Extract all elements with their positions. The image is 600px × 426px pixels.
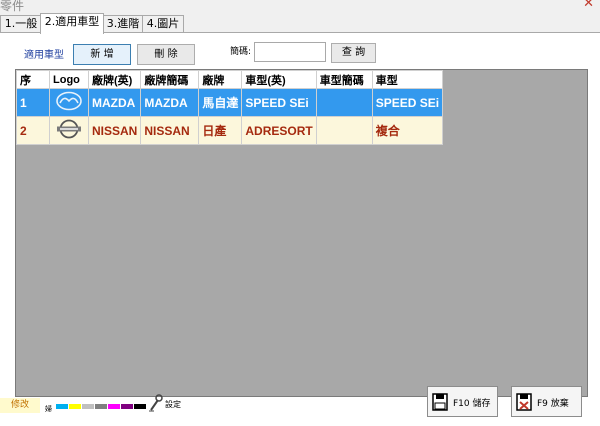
cell-brand: 馬自達 (198, 88, 243, 117)
close-icon[interactable]: ✕ (583, 0, 594, 11)
tab-images[interactable]: 4.圖片 (142, 15, 184, 32)
tab-general[interactable]: 1.一般 (0, 15, 42, 32)
color-swatch[interactable] (121, 404, 133, 409)
window-title: 零件 (0, 0, 25, 13)
save-button[interactable]: F10 儲存 (427, 386, 498, 417)
cell-model-code (315, 88, 373, 117)
cell-brand: 日產 (198, 116, 243, 145)
color-swatch[interactable] (134, 404, 146, 409)
cell-logo (49, 116, 89, 145)
cell-seq: 2 (16, 116, 50, 145)
cell-logo (49, 88, 89, 117)
discard-button-label: F9 放棄 (537, 399, 569, 409)
code-input[interactable] (254, 42, 326, 62)
floppy-disk-icon (432, 393, 448, 411)
save-button-label: F10 儲存 (453, 399, 491, 409)
col-header-model[interactable]: 車型 (371, 70, 444, 89)
col-header-model-en[interactable]: 車型(英) (241, 70, 317, 89)
col-header-model-code[interactable]: 車型簡碼 (315, 70, 373, 89)
mazda-logo-icon (56, 91, 82, 111)
cell-model: SPEED SEi (371, 88, 444, 117)
cell-brand-code: MAZDA (140, 88, 200, 117)
cell-model-code (315, 116, 373, 145)
color-swatch[interactable] (69, 404, 81, 409)
palette-label: 婦 (45, 405, 52, 413)
tab-advanced[interactable]: 3.進階 (102, 15, 144, 32)
cell-seq: 1 (16, 88, 50, 117)
section-label: 適用車型 (24, 50, 64, 61)
delete-button[interactable]: 刪 除 (137, 44, 195, 65)
table-row[interactable]: 1 MAZDA MAZDA 馬自達 SPEED SEi SPEED SEi (16, 88, 444, 117)
table-header-row: 序 Logo 廠牌(英) 廠牌簡碼 廠牌 車型(英) 車型簡碼 車型 (16, 70, 444, 89)
cell-brand-en: MAZDA (87, 88, 142, 117)
cell-brand-code: NISSAN (140, 116, 200, 145)
settings-label[interactable]: 設定 (165, 399, 181, 410)
discard-button[interactable]: F9 放棄 (511, 386, 582, 417)
cell-model: 複合 (371, 116, 444, 145)
color-swatch[interactable] (82, 404, 94, 409)
color-swatch[interactable] (108, 404, 120, 409)
discard-icon (516, 393, 532, 411)
cell-brand-en: NISSAN (87, 116, 142, 145)
table-row[interactable]: 2 NISSAN NISSAN 日產 ADRESORT 複合 (16, 116, 444, 145)
applicable-models-panel: 適用車型 新 增 刪 除 簡碼: 查 詢 序 Logo 廠牌(英) 廠牌簡碼 廠… (0, 33, 600, 426)
col-header-brand[interactable]: 廠牌 (198, 70, 243, 89)
settings-icon[interactable] (148, 394, 164, 415)
modify-status-label: 修改 (0, 398, 40, 413)
col-header-seq[interactable]: 序 (16, 70, 50, 89)
color-swatch[interactable] (95, 404, 107, 409)
footer-bar: 修改 婦 設定 F10 儲存 F9 放棄 (0, 384, 600, 426)
col-header-logo[interactable]: Logo (49, 70, 89, 89)
vehicle-model-grid[interactable]: 序 Logo 廠牌(英) 廠牌簡碼 廠牌 車型(英) 車型簡碼 車型 1 MAZ… (15, 69, 588, 397)
add-button[interactable]: 新 增 (73, 44, 131, 65)
nissan-logo-icon (57, 119, 81, 139)
cell-model-en: SPEED SEi (241, 88, 317, 117)
color-swatch[interactable] (56, 404, 68, 409)
tab-applicable-models[interactable]: 2.適用車型 (40, 13, 104, 34)
query-button[interactable]: 查 詢 (331, 43, 376, 63)
vehicle-model-table: 序 Logo 廠牌(英) 廠牌簡碼 廠牌 車型(英) 車型簡碼 車型 1 MAZ… (16, 70, 444, 145)
col-header-brand-en[interactable]: 廠牌(英) (87, 70, 142, 89)
title-bar: 零件 ✕ (0, 0, 600, 13)
tab-bar: 1.一般 2.適用車型 3.進階 4.圖片 (0, 13, 600, 34)
col-header-brand-code[interactable]: 廠牌簡碼 (140, 70, 200, 89)
cell-model-en: ADRESORT (241, 116, 317, 145)
code-label: 簡碼: (230, 47, 252, 57)
